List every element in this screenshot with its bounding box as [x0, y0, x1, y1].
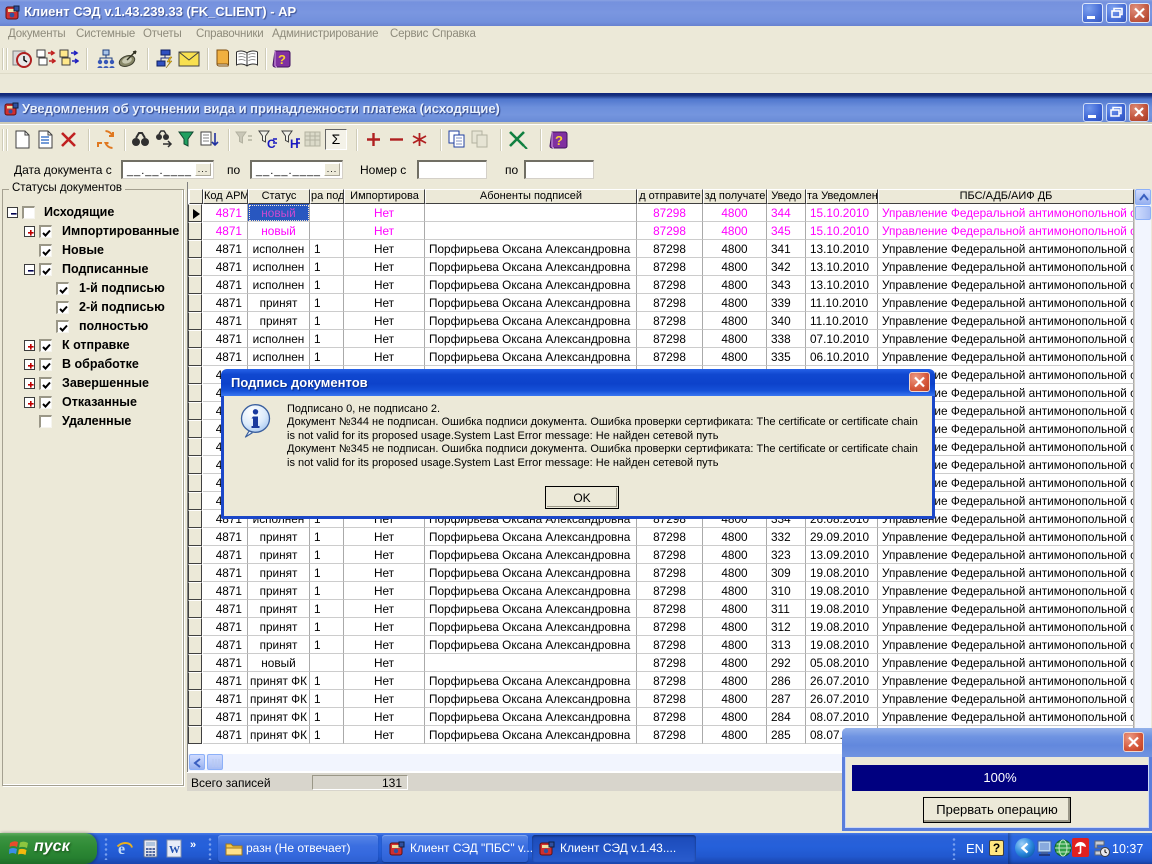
svg-text:W: W: [169, 844, 180, 856]
svg-text:?: ?: [278, 52, 286, 67]
svg-text:?: ?: [555, 133, 563, 148]
